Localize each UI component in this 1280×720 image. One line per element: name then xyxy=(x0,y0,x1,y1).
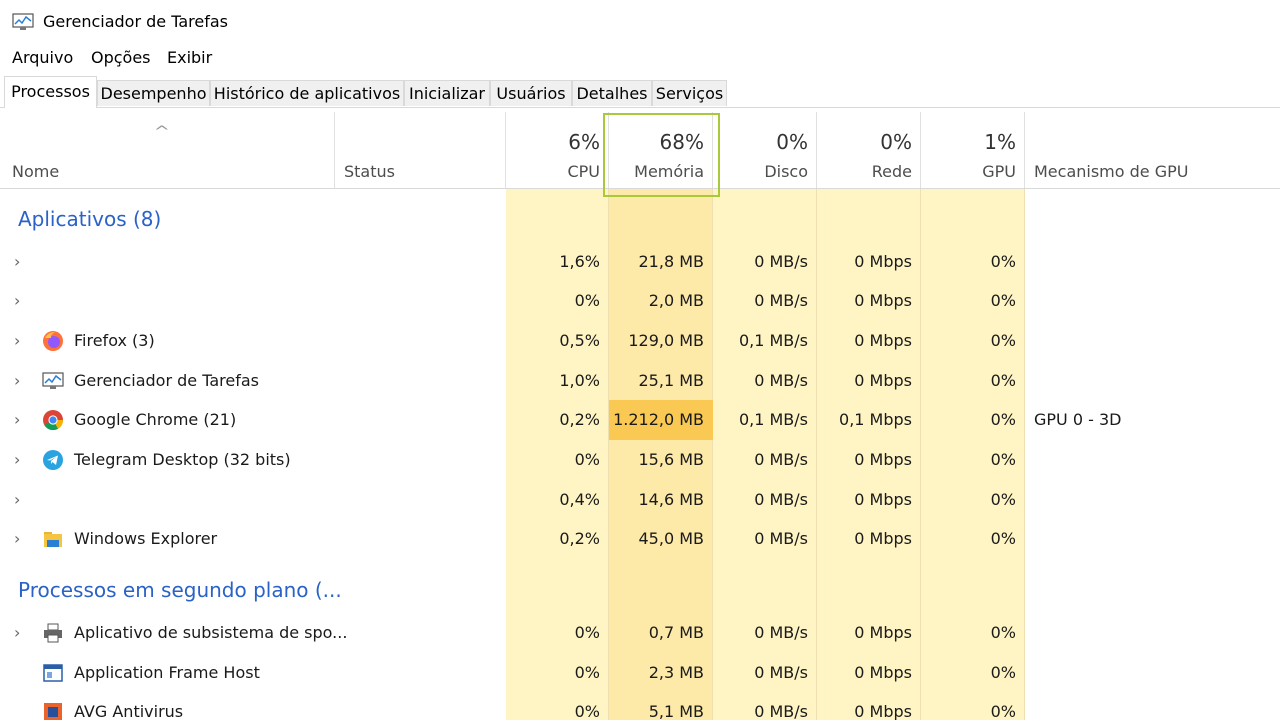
table-row[interactable]: Application Frame Host 0% 2,3 MB 0 MB/s … xyxy=(0,653,1280,693)
chevron-right-icon[interactable]: › xyxy=(14,529,20,548)
column-header-status[interactable]: Status xyxy=(335,112,506,188)
group-background-title: Processos em segundo plano (... xyxy=(18,578,342,602)
chevron-right-icon[interactable]: › xyxy=(14,252,20,271)
column-header-cpu[interactable]: 6% CPU xyxy=(506,112,609,188)
folder-icon xyxy=(44,532,62,547)
column-header-disk[interactable]: 0% Disco xyxy=(713,112,817,188)
tab-startup[interactable]: Inicializar xyxy=(404,80,490,106)
menu-options[interactable]: Opções xyxy=(91,48,151,67)
column-header-name[interactable]: ^ Nome xyxy=(0,112,335,188)
task-manager-icon xyxy=(12,13,34,30)
process-list: Aplicativos (8) › 1,6% 21,8 MB 0 MB/s 0 … xyxy=(0,189,1280,720)
menu-bar: Arquivo Opções Exibir xyxy=(0,46,1280,70)
task-manager-icon xyxy=(42,372,64,389)
window-title: Gerenciador de Tarefas xyxy=(43,12,228,31)
tab-strip: Processos Desempenho Histórico de aplica… xyxy=(0,76,1280,110)
table-row[interactable]: › Windows Explorer 0,2% 45,0 MB 0 MB/s 0… xyxy=(0,519,1280,559)
menu-file[interactable]: Arquivo xyxy=(12,48,73,67)
chevron-right-icon[interactable]: › xyxy=(14,291,20,310)
table-row[interactable]: › 1,6% 21,8 MB 0 MB/s 0 Mbps 0% xyxy=(0,242,1280,282)
column-header-gpu-engine[interactable]: Mecanismo de GPU xyxy=(1025,112,1280,188)
tab-users[interactable]: Usuários xyxy=(490,80,572,106)
table-row[interactable]: › Gerenciador de Tarefas 1,0% 25,1 MB 0 … xyxy=(0,361,1280,401)
chevron-right-icon[interactable]: › xyxy=(14,371,20,390)
memory-column-highlight xyxy=(603,113,720,197)
chevron-right-icon[interactable]: › xyxy=(14,331,20,350)
tab-services[interactable]: Serviços xyxy=(652,80,727,106)
table-row[interactable]: › Firefox (3) 0,5% 129,0 MB 0,1 MB/s 0 M… xyxy=(0,321,1280,361)
table-row[interactable]: AVG Antivirus 0% 5,1 MB 0 MB/s 0 Mbps 0% xyxy=(0,692,1280,720)
table-row[interactable]: › Telegram Desktop (32 bits) 0% 15,6 MB … xyxy=(0,440,1280,480)
chevron-right-icon[interactable]: › xyxy=(14,490,20,509)
title-bar: Gerenciador de Tarefas xyxy=(0,0,1280,44)
telegram-icon xyxy=(43,450,63,470)
tab-app-history[interactable]: Histórico de aplicativos xyxy=(210,80,404,106)
table-row[interactable]: › Google Chrome (21) 0,2% 1.212,0 MB 0,1… xyxy=(0,400,1280,440)
table-row[interactable]: › 0% 2,0 MB 0 MB/s 0 Mbps 0% xyxy=(0,281,1280,321)
tab-details[interactable]: Detalhes xyxy=(572,80,652,106)
printer-icon xyxy=(44,623,62,643)
table-row[interactable]: › 0,4% 14,6 MB 0 MB/s 0 Mbps 0% xyxy=(0,480,1280,520)
tab-performance[interactable]: Desempenho xyxy=(97,80,210,106)
tab-processes[interactable]: Processos xyxy=(4,76,97,108)
group-apps-title: Aplicativos (8) xyxy=(18,207,162,231)
avg-antivirus-icon xyxy=(44,703,62,720)
column-header-gpu[interactable]: 1% GPU xyxy=(921,112,1025,188)
chrome-icon xyxy=(43,410,64,431)
column-header-network[interactable]: 0% Rede xyxy=(817,112,921,188)
chevron-right-icon[interactable]: › xyxy=(14,623,20,642)
firefox-icon xyxy=(43,331,63,351)
menu-view[interactable]: Exibir xyxy=(167,48,212,67)
application-window-icon xyxy=(43,664,63,682)
sort-ascending-icon: ^ xyxy=(153,124,171,140)
table-row[interactable]: › Aplicativo de subsistema de spo... 0% … xyxy=(0,613,1280,653)
chevron-right-icon[interactable]: › xyxy=(14,450,20,469)
chevron-right-icon[interactable]: › xyxy=(14,410,20,429)
